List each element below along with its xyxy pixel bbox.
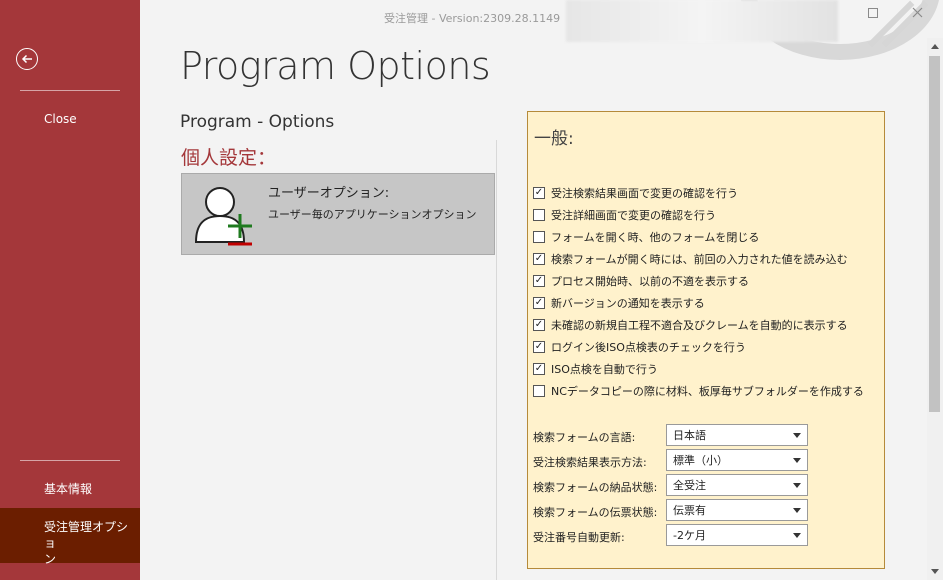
user-options-description: ユーザー毎のアプリケーションオプション [268,208,477,221]
checkbox-label: NCデータコピーの際に材料、板厚毎サブフォルダーを作成する [551,385,864,398]
select-value: -2ケ月 [673,529,706,542]
checkbox[interactable] [533,385,545,397]
checkbox[interactable] [533,209,545,221]
checkbox-row[interactable]: ✓ 受注検索結果画面で変更の確認を行う [533,184,738,202]
select-value: 日本語 [673,429,706,442]
select-value: 全受注 [673,479,706,492]
checkbox-label: 検索フォームが開く時には、前回の入力された値を読み込む [551,253,848,266]
checkbox-row[interactable]: フォームを開く時、他のフォームを閉じる [533,228,759,246]
blurred-region [566,0,838,42]
checkbox-label: 未確認の新規自工程不適合及びクレームを自動的に表示する [551,319,848,332]
checkbox-label: プロセス開始時、以前の不適を表示する [551,275,749,288]
dropdown-arrow-icon [793,483,801,488]
checkbox-label: ISO点検を自動で行う [551,363,658,376]
sidebar-divider-top [20,90,120,91]
scroll-down-icon[interactable] [931,569,939,574]
checkbox[interactable]: ✓ [533,363,545,375]
select-value: 標準（小） [673,454,728,467]
checkbox-row[interactable]: ✓ 未確認の新規自工程不適合及びクレームを自動的に表示する [533,316,848,334]
close-window-button[interactable] [912,7,923,22]
arrow-left-icon [21,54,32,64]
checkbox-row[interactable]: ✓ 新バージョンの通知を表示する [533,294,705,312]
language-label: 検索フォームの言語: [533,431,636,444]
sidebar-item-order-options[interactable]: 受注管理オプショ ン [0,508,140,566]
user-options-title: ユーザーオプション: [268,186,390,201]
column-divider [496,140,497,580]
page-subtitle: Program - Options [180,112,335,132]
checkbox[interactable]: ✓ [533,341,545,353]
restore-icon [868,8,878,18]
checkbox-row[interactable]: ✓ 検索フォームが開く時には、前回の入力された値を読み込む [533,250,848,268]
page-title: Program Options [180,44,491,88]
slip-state-select[interactable]: 伝票有 [666,499,808,521]
checkbox-label: ログイン後ISO点検表のチェックを行う [551,341,746,354]
checkbox-row[interactable]: ✓ ISO点検を自動で行う [533,360,658,378]
language-select[interactable]: 日本語 [666,424,808,446]
window-title: 受注管理 - Version:2309.28.1149 [384,12,561,25]
select-value: 伝票有 [673,504,706,517]
checkbox-row[interactable]: ✓ ログイン後ISO点検表のチェックを行う [533,338,746,356]
dropdown-arrow-icon [793,458,801,463]
general-title: 一般: [534,129,574,149]
checkbox[interactable]: ✓ [533,275,545,287]
slip-state-label: 検索フォームの伝票状態: [533,506,658,519]
checkbox-row[interactable]: 受注詳細画面で変更の確認を行う [533,206,716,224]
dropdown-arrow-icon [793,433,801,438]
checkbox[interactable] [533,231,545,243]
sidebar-item-basic-info[interactable]: 基本情報 [0,481,140,497]
restore-button[interactable] [868,7,878,22]
sidebar: Close 基本情報 受注管理オプショ ン [0,0,140,580]
delivery-state-label: 検索フォームの納品状態: [533,481,658,494]
checkbox-row[interactable]: ✓ プロセス開始時、以前の不適を表示する [533,272,749,290]
display-method-label: 受注検索結果表示方法: [533,456,647,469]
checkbox[interactable]: ✓ [533,319,545,331]
delivery-state-select[interactable]: 全受注 [666,474,808,496]
checkbox-label: 受注検索結果画面で変更の確認を行う [551,187,738,200]
checkbox[interactable]: ✓ [533,297,545,309]
checkbox-label: 新バージョンの通知を表示する [551,297,705,310]
user-options-tile[interactable]: ユーザーオプション: ユーザー毎のアプリケーションオプション [181,173,495,255]
checkbox[interactable]: ✓ [533,187,545,199]
back-button[interactable] [16,48,38,70]
scroll-up-icon[interactable] [931,44,939,49]
dropdown-arrow-icon [793,533,801,538]
sidebar-divider-bottom [20,460,120,461]
display-method-select[interactable]: 標準（小） [666,449,808,471]
general-panel: 一般: ✓ 受注検索結果画面で変更の確認を行う 受注詳細画面で変更の確認を行う フ… [527,111,885,569]
dropdown-arrow-icon [793,508,801,513]
vertical-scrollbar[interactable] [927,38,943,580]
checkbox-label: フォームを開く時、他のフォームを閉じる [551,231,760,244]
user-add-icon [194,187,252,246]
checkbox[interactable]: ✓ [533,253,545,265]
scroll-thumb[interactable] [929,56,940,412]
checkbox-row[interactable]: NCデータコピーの際に材料、板厚毎サブフォルダーを作成する [533,382,864,400]
checkbox-label: 受注詳細画面で変更の確認を行う [551,209,716,222]
close-icon [912,7,923,18]
close-button[interactable]: Close [0,111,140,127]
auto-update-label: 受注番号自動更新: [533,531,625,544]
section-title: 個人設定： [181,147,277,169]
auto-update-select[interactable]: -2ケ月 [666,524,808,546]
